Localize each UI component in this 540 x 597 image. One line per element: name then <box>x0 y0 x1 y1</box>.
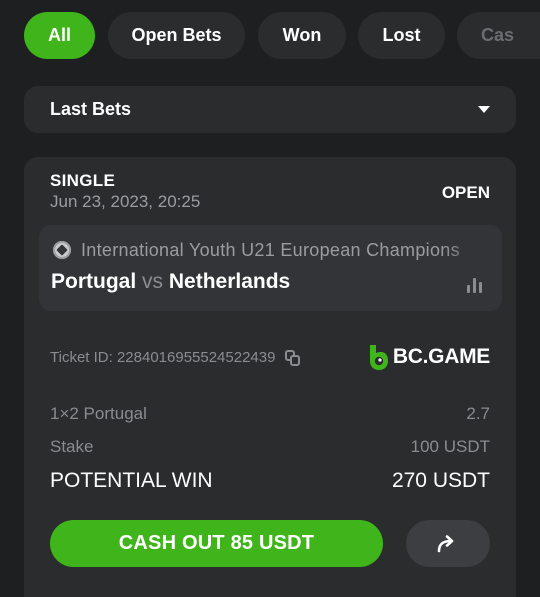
match-title: Portugal vs Netherlands <box>51 270 290 294</box>
potential-win-label: POTENTIAL WIN <box>50 469 213 492</box>
stake-value: 100 USDT <box>410 437 490 456</box>
tab-won[interactable]: Won <box>258 12 346 59</box>
soccer-ball-icon <box>53 241 71 259</box>
bets-filter-dropdown[interactable]: Last Bets <box>24 86 516 133</box>
event-panel[interactable]: International Youth U21 European Champio… <box>39 225 502 311</box>
bet-card: SINGLE Jun 23, 2023, 20:25 OPEN Internat… <box>24 157 516 597</box>
odds-value: 2.7 <box>466 404 490 423</box>
bc-game-logo: BC.GAME <box>367 343 490 371</box>
tab-all[interactable]: All <box>24 12 95 59</box>
bet-status: OPEN <box>441 183 490 202</box>
ticket-id: Ticket ID: 2284016955524522439 <box>50 349 301 366</box>
dropdown-selected-value: Last Bets <box>50 99 132 119</box>
share-button[interactable] <box>406 520 490 567</box>
copy-icon[interactable] <box>285 349 301 366</box>
cash-out-button[interactable]: CASH OUT 85 USDT <box>50 520 383 567</box>
selection-label: 1×2 Portugal <box>50 404 147 423</box>
vs-label: vs <box>142 270 164 293</box>
bet-date: Jun 23, 2023, 20:25 <box>50 192 201 211</box>
chevron-down-icon <box>478 106 490 113</box>
league-name: International Youth U21 European Champio… <box>81 239 460 260</box>
share-arrow-icon <box>437 534 454 552</box>
tab-lost[interactable]: Lost <box>358 12 445 59</box>
away-team: Netherlands <box>168 270 291 293</box>
text-fade <box>442 225 502 265</box>
bc-game-logo-icon <box>369 345 388 370</box>
tab-open-bets[interactable]: Open Bets <box>108 12 245 59</box>
potential-win-value: 270 USDT <box>391 469 490 492</box>
potential-win-row: POTENTIAL WIN 270 USDT <box>50 469 490 493</box>
tab-cashout[interactable]: Cas <box>457 12 540 59</box>
stake-label: Stake <box>50 437 94 456</box>
selection-row: 1×2 Portugal 2.7 <box>50 404 490 424</box>
stake-row: Stake 100 USDT <box>50 437 490 457</box>
stats-icon[interactable] <box>466 277 484 293</box>
ticket-id-text: Ticket ID: 2284016955524522439 <box>50 349 276 366</box>
brand-name: BC.GAME <box>392 345 490 368</box>
league-row: International Youth U21 European Champio… <box>53 239 502 261</box>
bet-type: SINGLE <box>50 171 116 190</box>
bet-filter-tabs: All Open Bets Won Lost Cas <box>24 12 540 59</box>
home-team: Portugal <box>51 270 137 293</box>
